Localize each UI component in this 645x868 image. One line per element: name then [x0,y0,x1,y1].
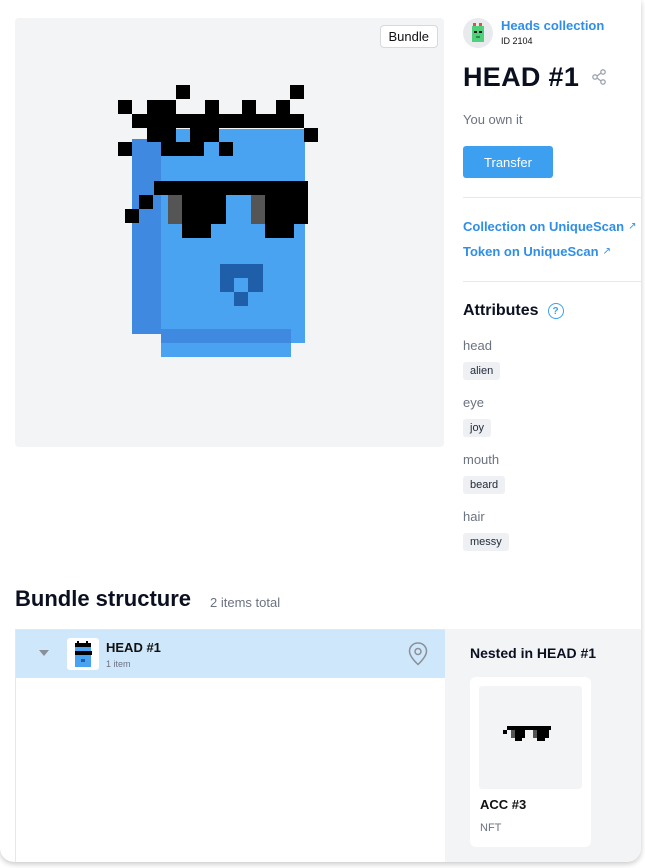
attribute-value-tag: messy [463,533,509,551]
token-page-card: Bundle Heads collection ID 2104 HEAD #1 … [0,0,641,862]
attribute-hair: hair messy [463,509,509,551]
attribute-mouth: mouth beard [463,452,506,494]
share-icon[interactable] [591,69,607,85]
attribute-eye: eye joy [463,395,492,437]
transfer-button[interactable]: Transfer [463,146,553,178]
attribute-label: eye [463,395,484,410]
attribute-label: head [463,338,492,353]
attribute-label: mouth [463,452,500,467]
token-title: HEAD #1 [463,62,580,92]
collection-id: ID 2104 [501,36,533,46]
nested-nft-name: ACC #3 [480,797,527,812]
attribute-label: hair [463,509,485,524]
tree-item-name: HEAD #1 [106,640,161,655]
help-icon[interactable]: ? [547,303,564,319]
nested-items-panel: Nested in HEAD #1 ACC #3 NFT [445,629,641,862]
nested-panel-title: Nested in HEAD #1 [470,645,597,661]
tree-item-thumbnail [67,638,99,670]
divider [463,281,641,282]
attributes-heading: Attributes ? [463,302,564,320]
caret-down-icon[interactable] [39,650,49,656]
bundle-item-count: 2 items total [210,595,281,610]
nft-image-panel: Bundle [15,18,444,447]
attribute-value-tag: alien [463,362,501,380]
green-pixel-head-avatar-icon [472,23,484,42]
tree-item-count: 1 item [106,659,131,669]
collection-uniquescan-label: Collection on UniqueScan [463,219,625,234]
location-pin-icon[interactable] [408,642,428,666]
collection-header[interactable]: Heads collection ID 2104 [463,18,604,48]
token-uniquescan-label: Token on UniqueScan [463,244,599,259]
nested-nft-type: NFT [480,822,502,834]
attribute-value-tag: beard [463,476,506,494]
nested-nft-card[interactable]: ACC #3 NFT [470,677,591,847]
pixel-head-thumbnail [75,641,92,667]
external-link-icon: ↗ [602,246,611,257]
tree-row-selected[interactable]: HEAD #1 1 item [16,630,445,678]
collection-avatar [463,18,493,48]
collection-link[interactable]: Heads collection [501,18,604,34]
external-link-icon: ↗ [628,221,637,232]
bundle-structure-title: Bundle structure [15,586,192,611]
divider [463,197,641,198]
bundle-tree-panel: HEAD #1 1 item [15,629,445,862]
ownership-note: You own it [463,112,523,127]
pixel-head-art [118,85,318,357]
attributes-heading-label: Attributes [463,302,539,319]
attribute-head: head alien [463,338,501,380]
collection-uniquescan-link[interactable]: Collection on UniqueScan ↗ [463,219,636,234]
token-uniquescan-link[interactable]: Token on UniqueScan ↗ [463,244,611,259]
sunglasses-art [503,726,551,741]
bundle-badge: Bundle [379,25,438,48]
attribute-value-tag: joy [463,419,492,437]
nested-nft-thumbnail [479,686,582,789]
